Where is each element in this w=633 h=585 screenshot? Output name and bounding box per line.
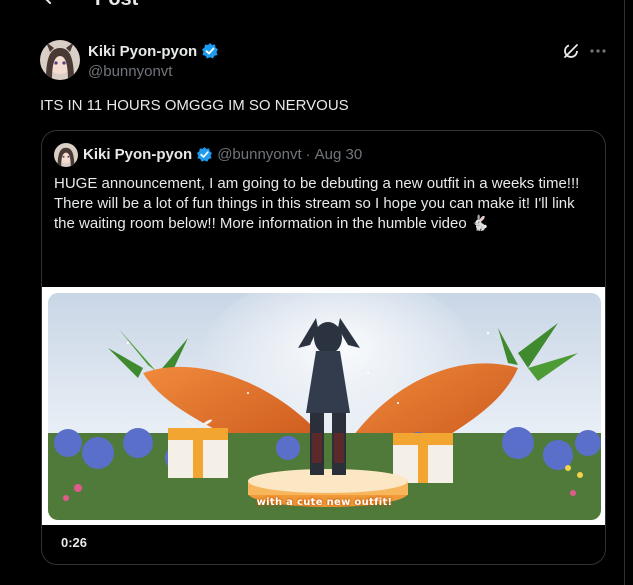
grok-icon[interactable] bbox=[562, 42, 580, 60]
video-caption: with a cute new outfit! bbox=[256, 497, 393, 508]
author-handle[interactable]: @bunnyonvt bbox=[88, 63, 172, 80]
video-frame: with a cute new outfit! bbox=[42, 287, 605, 525]
video-player[interactable]: with a cute new outfit! bbox=[48, 293, 601, 520]
quote-avatar[interactable] bbox=[54, 143, 78, 167]
author-name[interactable]: Kiki Pyon-pyon bbox=[88, 42, 219, 60]
video-duration: 0:26 bbox=[61, 535, 88, 550]
video-thumbnail bbox=[48, 293, 601, 520]
more-options-icon[interactable] bbox=[588, 42, 608, 60]
verified-badge-icon bbox=[202, 43, 219, 59]
quote-author-handle[interactable]: @bunnyonvt bbox=[217, 146, 301, 163]
author-name-text: Kiki Pyon-pyon bbox=[88, 42, 198, 60]
quote-date[interactable]: Aug 30 bbox=[315, 146, 363, 163]
back-arrow-icon[interactable] bbox=[38, 0, 62, 14]
quote-separator: · bbox=[305, 146, 311, 163]
quote-header: Kiki Pyon-pyon @bunnyonvt · Aug 30 bbox=[83, 146, 362, 163]
page-title: Post bbox=[95, 0, 138, 11]
quoted-post[interactable]: Kiki Pyon-pyon @bunnyonvt · Aug 30 HUGE … bbox=[41, 130, 606, 565]
page-header: Post bbox=[0, 0, 624, 14]
verified-badge-icon bbox=[197, 146, 213, 162]
avatar[interactable] bbox=[40, 40, 80, 80]
quote-author-name[interactable]: Kiki Pyon-pyon bbox=[83, 146, 192, 163]
post-text: ITS IN 11 HOURS OMGGG IM SO NERVOUS bbox=[40, 97, 349, 114]
quote-text: HUGE announcement, I am going to be debu… bbox=[54, 175, 580, 232]
column-border bbox=[624, 0, 625, 585]
